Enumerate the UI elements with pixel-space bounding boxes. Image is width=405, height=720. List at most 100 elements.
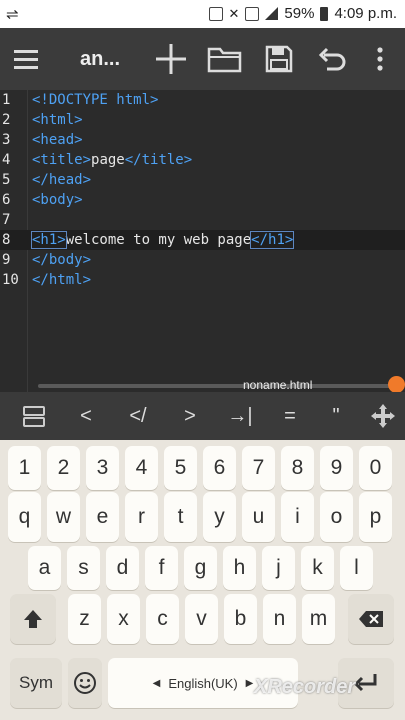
letter-key[interactable]: d xyxy=(106,546,139,590)
line-number: 6 xyxy=(2,192,11,208)
letter-key[interactable]: i xyxy=(281,492,314,542)
undo-icon[interactable] xyxy=(315,28,349,90)
html-tag: <body> xyxy=(32,192,83,208)
html-tag: <head> xyxy=(32,132,83,148)
number-key[interactable]: 3 xyxy=(86,446,119,490)
code-line[interactable]: 8 <h1>welcome to my web page</h1> xyxy=(0,230,405,250)
number-key[interactable]: 4 xyxy=(125,446,158,490)
hamburger-menu-icon[interactable] xyxy=(8,28,44,90)
code-text: </html> xyxy=(32,270,91,290)
code-line[interactable]: 10 </html> xyxy=(0,270,405,290)
letter-key[interactable]: e xyxy=(86,492,119,542)
letter-key[interactable]: v xyxy=(185,594,218,644)
letter-key[interactable]: b xyxy=(224,594,257,644)
code-line[interactable]: 3 <head> xyxy=(0,130,405,150)
code-line[interactable]: 7 xyxy=(0,210,405,230)
letter-key[interactable]: l xyxy=(340,546,373,590)
letter-key[interactable]: h xyxy=(223,546,256,590)
code-text: <body> xyxy=(32,190,83,210)
file-name-label: noname.html xyxy=(243,378,313,392)
sim-icon xyxy=(245,6,260,21)
line-number: 3 xyxy=(2,132,11,148)
letter-key[interactable]: q xyxy=(8,492,41,542)
letter-key[interactable]: m xyxy=(302,594,335,644)
shift-key-icon[interactable] xyxy=(10,594,56,644)
backspace-key-icon[interactable] xyxy=(348,594,394,644)
letter-key[interactable]: c xyxy=(146,594,179,644)
save-icon[interactable] xyxy=(262,28,296,90)
code-line[interactable]: 5 </head> xyxy=(0,170,405,190)
letter-key[interactable]: u xyxy=(242,492,275,542)
symbol-tab[interactable]: →| xyxy=(222,392,258,440)
symbol-quote[interactable]: " xyxy=(320,392,352,440)
html-tag: <title> xyxy=(32,152,92,168)
letter-key[interactable]: j xyxy=(262,546,295,590)
app-toolbar: an... xyxy=(0,28,405,90)
html-tag: <html> xyxy=(32,112,83,128)
document-title[interactable]: an... xyxy=(80,28,120,90)
signal-icon xyxy=(265,7,279,20)
letter-key[interactable]: y xyxy=(203,492,236,542)
letter-key[interactable]: a xyxy=(28,546,61,590)
html-tag: </html> xyxy=(32,272,92,288)
cast-icon xyxy=(208,6,223,21)
move-cursor-icon[interactable] xyxy=(366,392,400,440)
line-number: 2 xyxy=(2,112,11,128)
code-line[interactable]: 2 <html> xyxy=(0,110,405,130)
recorder-watermark: XRecorder xyxy=(254,676,356,698)
symbol-close-tag[interactable]: </ xyxy=(120,392,156,440)
number-key[interactable]: 9 xyxy=(320,446,353,490)
status-icons: ✕ 59% 4:09 p.m. xyxy=(208,5,397,22)
code-content: page xyxy=(91,152,125,168)
number-key[interactable]: 5 xyxy=(164,446,197,490)
number-key[interactable]: 0 xyxy=(359,446,392,490)
symbol-lt[interactable]: < xyxy=(70,392,102,440)
open-folder-icon[interactable] xyxy=(205,28,245,90)
code-line[interactable]: 1 <!DOCTYPE html> xyxy=(0,90,405,110)
letter-key[interactable]: g xyxy=(184,546,217,590)
letter-key[interactable]: s xyxy=(67,546,100,590)
add-icon[interactable] xyxy=(152,28,190,90)
number-key[interactable]: 6 xyxy=(203,446,236,490)
line-number: 1 xyxy=(2,92,11,108)
number-key[interactable]: 2 xyxy=(47,446,80,490)
horizontal-scrollbar[interactable] xyxy=(38,384,398,388)
clock: 4:09 p.m. xyxy=(334,5,397,22)
line-number: 10 xyxy=(2,272,19,288)
code-line[interactable]: 9 </body> xyxy=(0,250,405,270)
code-line[interactable]: 4 <title>page</title> xyxy=(0,150,405,170)
code-line[interactable]: 6 <body> xyxy=(0,190,405,210)
emoji-key-icon[interactable] xyxy=(68,658,102,708)
line-number: 4 xyxy=(2,152,11,168)
code-text: <h1>welcome to my web page</h1> xyxy=(31,230,295,250)
letter-key[interactable]: x xyxy=(107,594,140,644)
symbol-equals[interactable]: = xyxy=(274,392,306,440)
sym-key[interactable]: Sym xyxy=(10,658,62,708)
letter-key[interactable]: o xyxy=(320,492,353,542)
letter-key[interactable]: k xyxy=(301,546,334,590)
app-screen: ⇌ ✕ 59% 4:09 p.m. an... 1 <!DOCTYPE html… xyxy=(0,0,405,720)
code-text: <head> xyxy=(32,130,83,150)
number-key[interactable]: 7 xyxy=(242,446,275,490)
letter-key[interactable]: t xyxy=(164,492,197,542)
code-editor[interactable]: 1 <!DOCTYPE html> 2 <html> 3 <head> 4 <title>pa… xyxy=(0,90,405,392)
letter-key[interactable]: z xyxy=(68,594,101,644)
letter-key[interactable]: w xyxy=(47,492,80,542)
more-options-icon[interactable] xyxy=(368,28,392,90)
html-tag: </head> xyxy=(32,172,92,188)
letter-key[interactable]: f xyxy=(145,546,178,590)
language-left-icon: ◀ xyxy=(152,677,161,689)
line-number: 7 xyxy=(2,212,11,228)
letter-key[interactable]: r xyxy=(125,492,158,542)
symbol-panel-icon[interactable] xyxy=(18,392,50,440)
number-key[interactable]: 1 xyxy=(8,446,41,490)
scroll-handle[interactable] xyxy=(388,376,405,393)
number-key[interactable]: 8 xyxy=(281,446,314,490)
symbol-bar: < </ > →| = " xyxy=(0,392,405,440)
letter-key[interactable]: n xyxy=(263,594,296,644)
battery-icon xyxy=(320,6,329,21)
line-number: 5 xyxy=(2,172,11,188)
code-text: </head> xyxy=(32,170,91,190)
symbol-gt[interactable]: > xyxy=(174,392,206,440)
letter-key[interactable]: p xyxy=(359,492,392,542)
